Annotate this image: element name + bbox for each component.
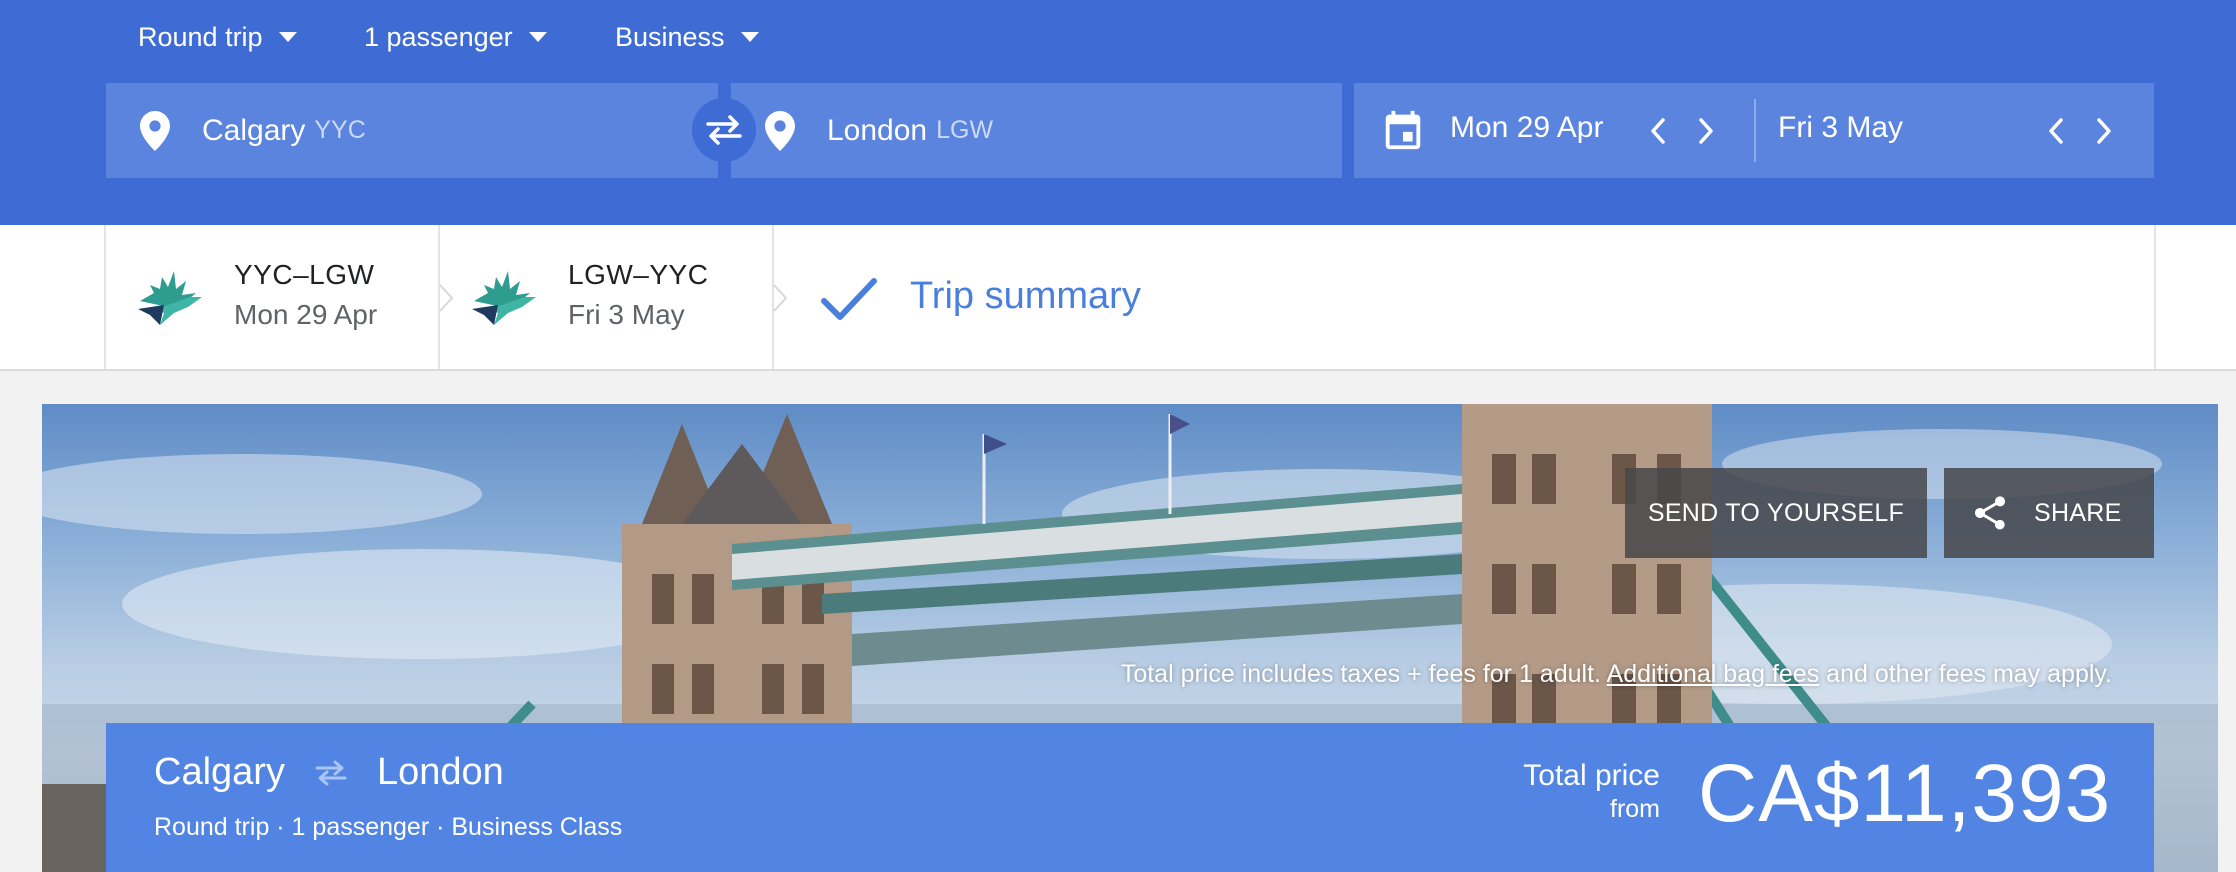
chevron-down-icon	[278, 32, 297, 42]
prev-return-date-button[interactable]	[2038, 113, 2074, 149]
step-trip-summary: Trip summary	[772, 225, 2156, 369]
destination-code: LGW	[936, 116, 994, 144]
chevron-right-icon	[2097, 118, 2111, 144]
trip-type-select[interactable]: Round trip	[138, 16, 297, 58]
depart-date[interactable]: Mon 29 Apr	[1450, 111, 1603, 145]
chevron-left-icon	[2049, 118, 2063, 144]
date-picker: Mon 29 Apr Fri 3 May	[1354, 83, 2154, 178]
swap-button[interactable]	[692, 98, 756, 162]
from-label: from	[1610, 795, 1660, 823]
next-return-date-button[interactable]	[2086, 113, 2122, 149]
origin-field[interactable]: Calgary YYC	[106, 83, 718, 178]
westjet-logo-icon	[138, 271, 202, 325]
cabin-class-select[interactable]: Business	[615, 16, 759, 58]
price-disclaimer-text: Total price includes taxes + fees for 1 …	[1120, 660, 1601, 688]
share-label: SHARE	[2034, 498, 2122, 527]
destination-field[interactable]: London LGW	[731, 83, 1342, 178]
chevron-right-icon	[1699, 118, 1713, 144]
send-to-yourself-label: SEND TO YOURSELF	[1647, 498, 1905, 527]
step-route: LGW–YYC	[568, 259, 709, 290]
passengers-value: 1 passenger	[364, 21, 513, 52]
place-icon	[763, 110, 797, 152]
return-date[interactable]: Fri 3 May	[1778, 111, 1903, 145]
step-date: Mon 29 Apr	[234, 299, 378, 330]
check-icon	[821, 278, 877, 320]
next-depart-date-button[interactable]	[1688, 113, 1724, 149]
total-price-label-group: Total price from	[1496, 759, 1660, 824]
chevron-down-icon	[740, 32, 759, 42]
origin-city: Calgary	[202, 113, 306, 147]
card-origin-city: Calgary	[154, 751, 285, 793]
place-icon	[138, 110, 172, 152]
round-trip-icon	[315, 760, 347, 785]
origin-code: YYC	[314, 116, 366, 144]
total-price-amount: CA$11,393	[1698, 748, 2112, 839]
calendar-icon	[1385, 110, 1421, 150]
step-date: Fri 3 May	[568, 299, 685, 330]
chevron-left-icon	[1651, 118, 1665, 144]
step-outbound-flight[interactable]: YYC–LGW Mon 29 Apr	[104, 225, 440, 369]
search-header: Round trip 1 passenger Business Calgary …	[0, 0, 2236, 225]
price-disclaimer-suffix: and other fees may apply.	[1826, 660, 2112, 688]
trip-cities: Calgary London	[154, 751, 504, 794]
trip-summary-label: Trip summary	[910, 275, 1141, 317]
destination-city: London	[827, 113, 928, 147]
prev-depart-date-button[interactable]	[1640, 113, 1676, 149]
trip-details: Round trip · 1 passenger · Business Clas…	[154, 813, 623, 841]
share-icon	[1975, 496, 2005, 530]
total-price-label: Total price	[1523, 759, 1660, 792]
flight-steps: YYC–LGW Mon 29 Apr LGW–YYC Fri 3 May Tri…	[0, 225, 2236, 371]
westjet-logo-icon	[472, 271, 536, 325]
date-divider	[1754, 99, 1756, 162]
step-separator-icon	[439, 284, 454, 312]
trip-type-value: Round trip	[138, 21, 263, 52]
passengers-select[interactable]: 1 passenger	[364, 16, 547, 58]
price-disclaimer: Total price includes taxes + fees for 1 …	[1121, 660, 2112, 689]
additional-bag-fees-link[interactable]: Additional bag fees	[1607, 660, 1820, 688]
card-destination-city: London	[376, 751, 504, 793]
cabin-class-value: Business	[615, 21, 725, 52]
swap-icon	[706, 115, 742, 145]
trip-price-card: Calgary London Round trip · 1 passenger …	[106, 723, 2154, 872]
share-button[interactable]: SHARE	[1944, 468, 2154, 558]
chevron-down-icon	[528, 32, 547, 42]
send-to-yourself-button[interactable]: SEND TO YOURSELF	[1625, 468, 1927, 558]
step-return-flight[interactable]: LGW–YYC Fri 3 May	[438, 225, 774, 369]
step-route: YYC–LGW	[234, 259, 375, 290]
step-separator-icon	[773, 284, 788, 312]
